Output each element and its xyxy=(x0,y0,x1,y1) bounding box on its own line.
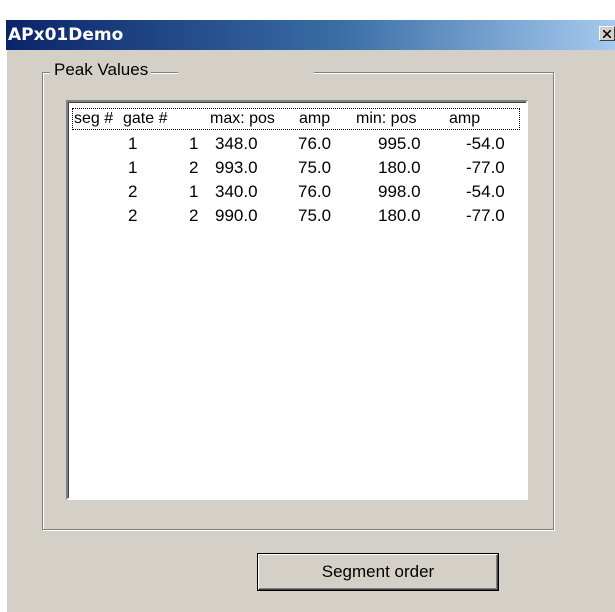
cell-max-pos: 340.0 xyxy=(215,182,258,201)
cell-min-amp: -54.0 xyxy=(466,182,505,201)
header-min-pos[interactable]: min: pos xyxy=(356,110,416,128)
cell-max-pos: 348.0 xyxy=(215,134,258,153)
cell-min-pos: 180.0 xyxy=(378,158,421,177)
header-max-amp[interactable]: amp xyxy=(299,110,330,128)
header-gate[interactable]: gate # xyxy=(123,110,167,128)
cell-max-amp: 75.0 xyxy=(298,206,332,225)
cell-max-amp: 75.0 xyxy=(298,158,332,177)
cell-seg: 1 xyxy=(128,134,138,153)
groupbox-label: Peak Values xyxy=(50,60,152,80)
table-row[interactable]: 1 1 348.0 76.0 995.0 -54.0 xyxy=(72,134,520,156)
cell-gate: 2 xyxy=(189,158,199,177)
cell-min-pos: 998.0 xyxy=(378,182,421,201)
cell-gate: 1 xyxy=(189,182,199,201)
table-row[interactable]: 2 1 340.0 76.0 998.0 -54.0 xyxy=(72,182,520,204)
cell-min-amp: -77.0 xyxy=(466,158,505,177)
cell-min-amp: -54.0 xyxy=(466,134,505,153)
close-button[interactable] xyxy=(599,26,615,41)
title-bar[interactable]: APx01Demo xyxy=(6,20,615,50)
cell-max-amp: 76.0 xyxy=(298,134,332,153)
segment-order-button[interactable]: Segment order xyxy=(258,554,498,590)
cell-min-pos: 995.0 xyxy=(378,134,421,153)
cell-gate: 1 xyxy=(189,134,199,153)
groupbox-frame-gap xyxy=(178,66,314,78)
cell-seg: 2 xyxy=(128,206,138,225)
cell-seg: 2 xyxy=(128,182,138,201)
close-icon xyxy=(603,30,611,38)
table-row[interactable]: 1 2 993.0 75.0 180.0 -77.0 xyxy=(72,158,520,180)
list-header[interactable]: seg # gate # max: pos amp min: pos amp xyxy=(72,108,520,130)
cell-max-pos: 990.0 xyxy=(215,206,258,225)
header-seg[interactable]: seg # xyxy=(74,110,113,128)
window-title: APx01Demo xyxy=(8,25,124,45)
cell-max-amp: 76.0 xyxy=(298,182,332,201)
cell-min-amp: -77.0 xyxy=(466,206,505,225)
cell-gate: 2 xyxy=(189,206,199,225)
cell-seg: 1 xyxy=(128,158,138,177)
table-row[interactable]: 2 2 990.0 75.0 180.0 -77.0 xyxy=(72,206,520,228)
peak-values-list[interactable]: seg # gate # max: pos amp min: pos amp 1… xyxy=(66,100,528,500)
header-min-amp[interactable]: amp xyxy=(449,110,480,128)
header-max-pos[interactable]: max: pos xyxy=(210,110,275,128)
cell-min-pos: 180.0 xyxy=(378,206,421,225)
cell-max-pos: 993.0 xyxy=(215,158,258,177)
